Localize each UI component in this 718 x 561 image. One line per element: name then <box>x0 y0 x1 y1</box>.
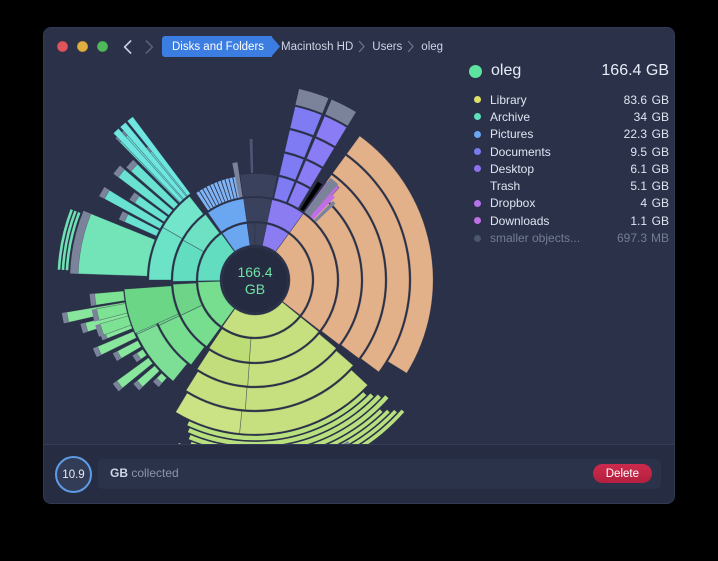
legend-item-size: 34GB <box>617 110 669 124</box>
chart-area: 166.4 GB <box>44 65 469 465</box>
breadcrumb-item-label: Disks and Folders <box>172 41 264 53</box>
legend-item-size: 9.5GB <box>617 145 669 159</box>
legend-item-documents[interactable]: Documents9.5GB <box>469 143 669 160</box>
legend-item-label: Trash <box>490 179 617 193</box>
legend-item-dot <box>474 131 481 138</box>
daisydisk-window: Disks and Folders Macintosh HD Users oleg 1… <box>44 28 674 503</box>
legend-item-size: 1.1GB <box>617 214 669 228</box>
legend-item-size-value: 1.1 <box>617 214 647 228</box>
legend-item-dropbox[interactable]: Dropbox4GB <box>469 195 669 212</box>
legend-item-size-unit: MB <box>647 231 669 245</box>
legend-root-row[interactable]: oleg 166.4 GB <box>469 58 669 84</box>
legend-item-size-value: 34 <box>617 110 647 124</box>
legend-item-size-unit: GB <box>647 145 669 159</box>
legend-item-dot <box>474 165 481 172</box>
legend-item-label: smaller objects... <box>490 231 617 245</box>
legend-item-size: 697.3MB <box>617 231 669 245</box>
breadcrumb-item-oleg[interactable]: oleg <box>412 36 453 57</box>
legend-item-size-unit: GB <box>647 179 669 193</box>
chevron-left-icon[interactable] <box>118 37 136 57</box>
legend-root-name: oleg <box>491 62 601 80</box>
legend-item-label: Dropbox <box>490 196 617 210</box>
collection-text: collected <box>131 466 178 480</box>
legend-item-dot <box>474 96 481 103</box>
breadcrumb-item-label: Users <box>372 41 402 53</box>
legend-item-dot <box>474 113 481 120</box>
legend-item-trash[interactable]: Trash5.1GB <box>469 177 669 194</box>
legend-item-size-unit: GB <box>647 214 669 228</box>
close-button[interactable] <box>57 41 68 52</box>
legend-item-size-unit: GB <box>647 110 669 124</box>
legend-item-label: Desktop <box>490 162 617 176</box>
maximize-button[interactable] <box>97 41 108 52</box>
legend-item-dot <box>474 217 481 224</box>
legend-item-size-value: 4 <box>617 196 647 210</box>
breadcrumb-item-users[interactable]: Users <box>363 36 412 57</box>
legend-item-dot <box>474 148 481 155</box>
legend-item-size-unit: GB <box>647 162 669 176</box>
sunburst-hub[interactable] <box>223 248 287 312</box>
legend-item-downloads[interactable]: Downloads1.1GB <box>469 212 669 229</box>
legend-item-dot <box>474 235 481 242</box>
legend-item-label: Documents <box>490 145 617 159</box>
legend-item-size: 22.3GB <box>617 127 669 141</box>
legend-item-size-unit: GB <box>647 93 669 107</box>
legend-item-size: 5.1GB <box>617 179 669 193</box>
legend-root-dot <box>469 65 482 78</box>
breadcrumb-item-label: oleg <box>421 41 443 53</box>
collection-gauge[interactable]: 10.9 <box>55 456 92 493</box>
legend-item-size: 4GB <box>617 196 669 210</box>
legend-item-size-unit: GB <box>647 127 669 141</box>
legend-list: Library83.6GBArchive34GBPictures22.3GBDo… <box>469 91 669 247</box>
legend-item-pictures[interactable]: Pictures22.3GB <box>469 126 669 143</box>
legend-item-size: 83.6GB <box>617 93 669 107</box>
legend-item-size-value: 9.5 <box>617 145 647 159</box>
legend-item-size: 6.1GB <box>617 162 669 176</box>
legend-item-dot <box>474 200 481 207</box>
collection-unit: GB <box>110 466 128 480</box>
legend-panel: oleg 166.4 GB Library83.6GBArchive34GBPi… <box>469 58 669 247</box>
legend-root-size: 166.4 GB <box>601 62 669 80</box>
legend-item-label: Downloads <box>490 214 617 228</box>
legend-item-desktop[interactable]: Desktop6.1GB <box>469 160 669 177</box>
legend-item-label: Archive <box>490 110 617 124</box>
legend-item-size-unit: GB <box>647 196 669 210</box>
legend-item-library[interactable]: Library83.6GB <box>469 91 669 108</box>
legend-item-smaller-objects[interactable]: smaller objects...697.3MB <box>469 229 669 246</box>
hub-value: 166.4 <box>237 264 272 280</box>
sunburst-segment[interactable] <box>250 139 254 173</box>
legend-item-archive[interactable]: Archive34GB <box>469 108 669 125</box>
collection-gauge-value: 10.9 <box>62 469 84 481</box>
sunburst-chart[interactable]: 166.4 GB <box>50 65 460 460</box>
delete-button[interactable]: Delete <box>593 464 652 483</box>
breadcrumb-item-disks-and-folders[interactable]: Disks and Folders <box>162 36 272 57</box>
collection-well[interactable] <box>98 459 661 489</box>
hub-unit: GB <box>245 281 265 297</box>
breadcrumb-item-macintosh-hd[interactable]: Macintosh HD <box>272 36 363 57</box>
legend-item-size-value: 5.1 <box>617 179 647 193</box>
bottom-bar: 10.9 GB collected Delete <box>44 444 674 503</box>
legend-item-size-value: 83.6 <box>617 93 647 107</box>
collection-label: GB collected <box>110 466 179 480</box>
legend-item-label: Pictures <box>490 127 617 141</box>
legend-item-size-value: 697.3 <box>617 231 647 245</box>
legend-item-size-value: 6.1 <box>617 162 647 176</box>
legend-item-label: Library <box>490 93 617 107</box>
chevron-right-icon[interactable] <box>140 37 158 57</box>
breadcrumb-item-label: Macintosh HD <box>281 41 353 53</box>
legend-item-size-value: 22.3 <box>617 127 647 141</box>
minimize-button[interactable] <box>77 41 88 52</box>
legend-item-dot <box>474 183 481 190</box>
breadcrumb: Disks and Folders Macintosh HD Users oleg <box>162 36 453 57</box>
